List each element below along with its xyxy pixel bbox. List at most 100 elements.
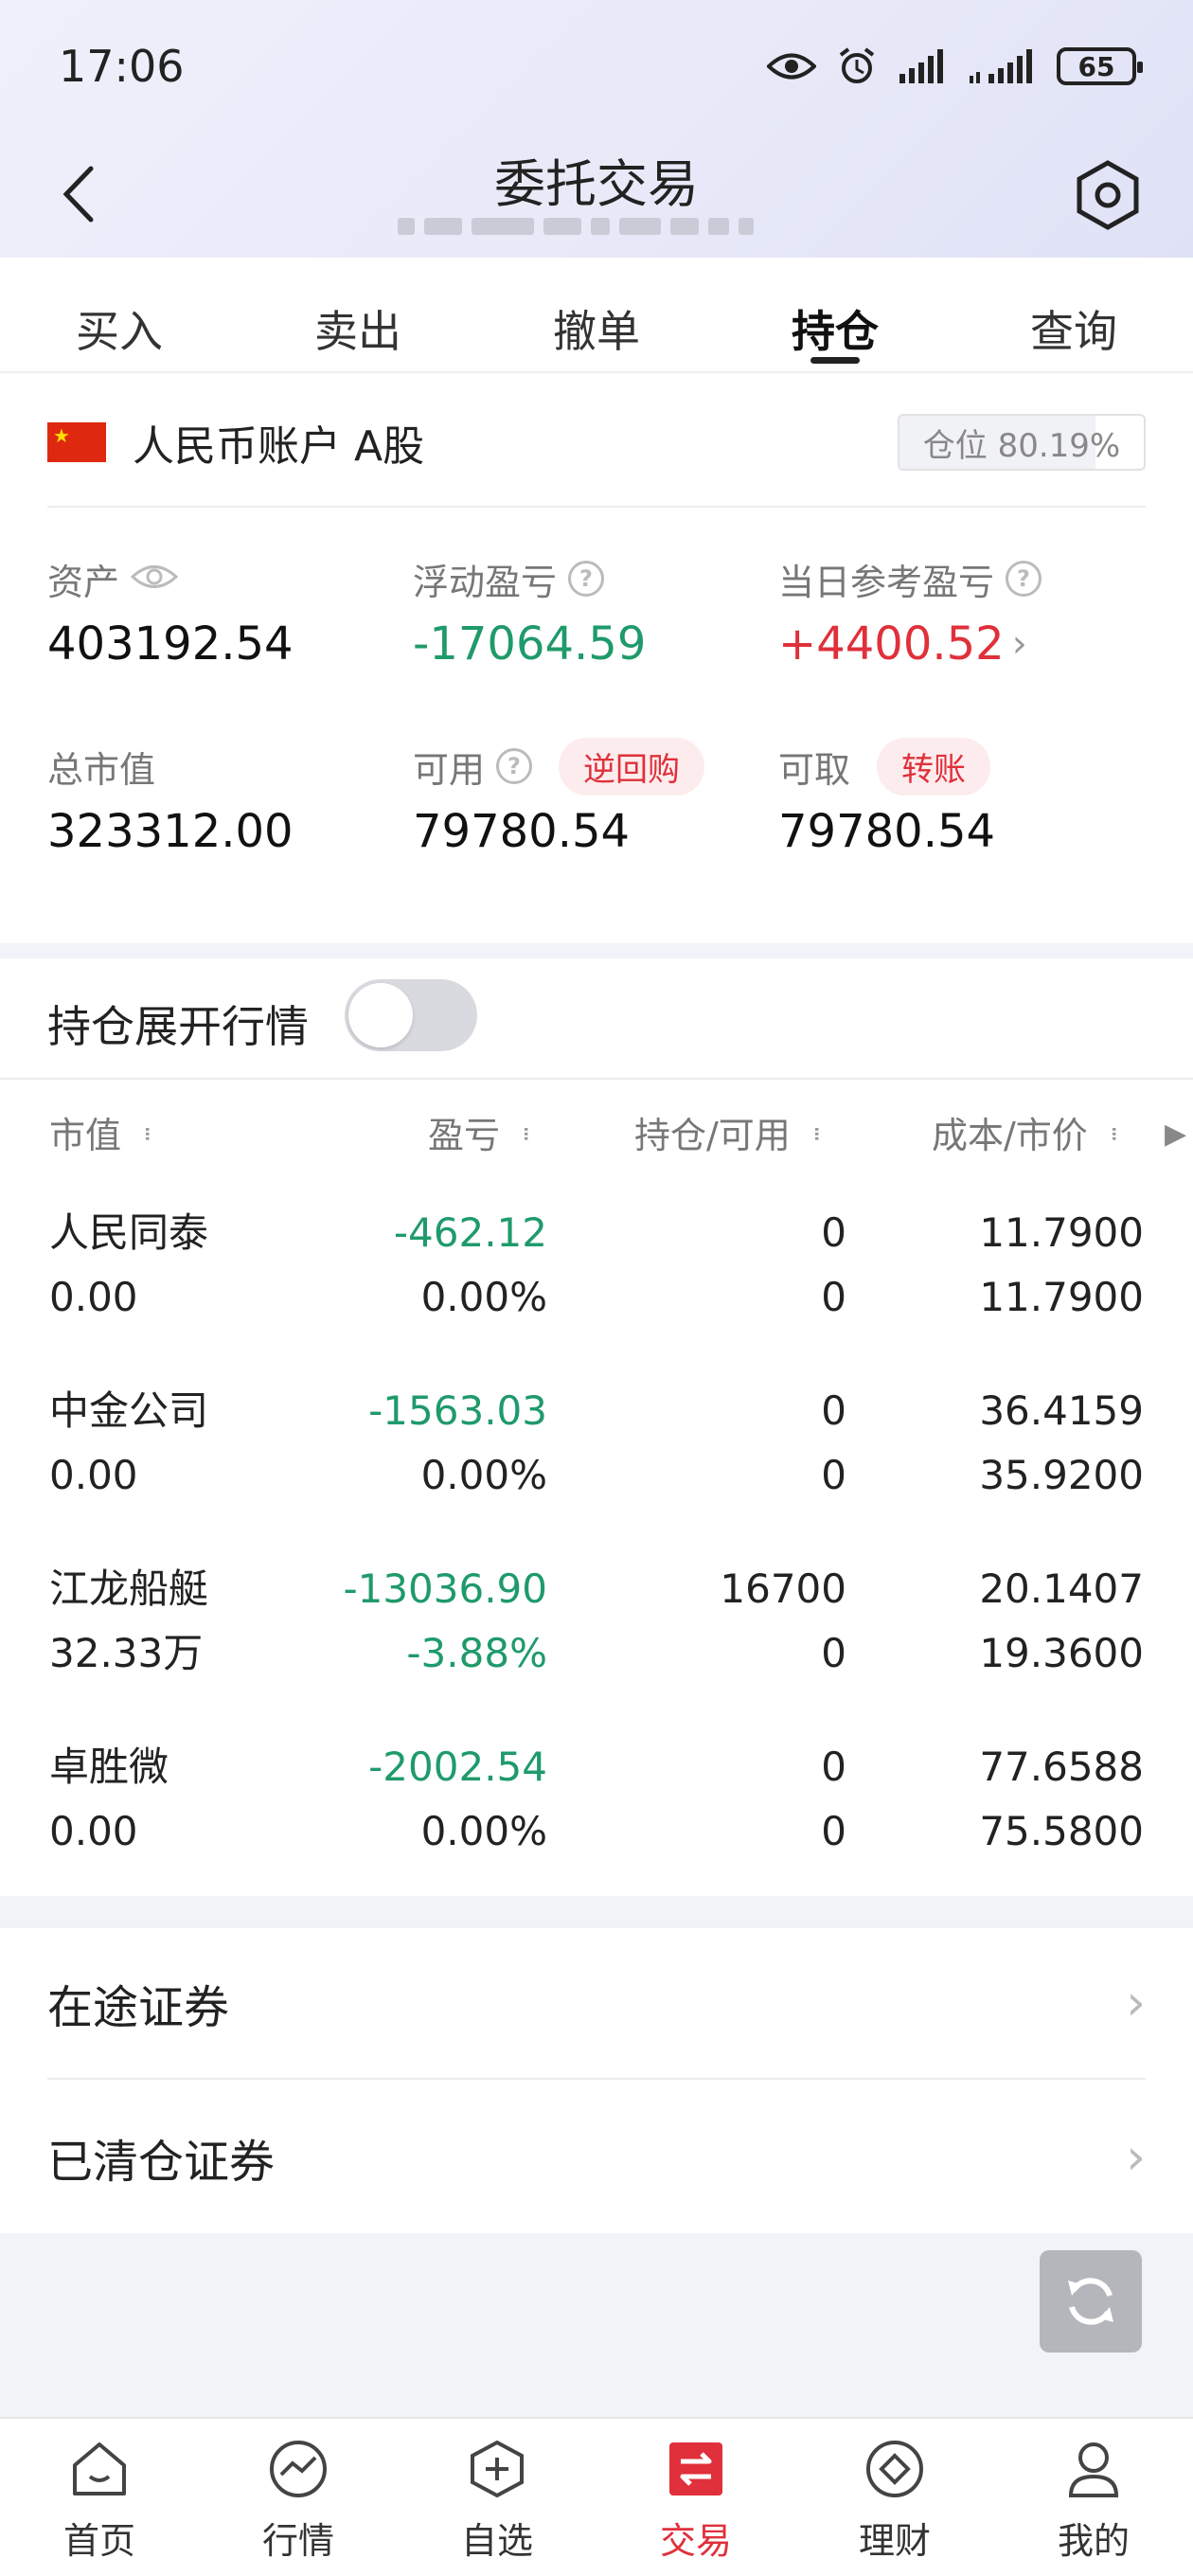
stock-pnl: -462.12 (393, 1209, 547, 1256)
stat-floating-pnl: 浮动盈亏 ? -17064.59 (413, 553, 773, 671)
available-label: 可用 (413, 748, 486, 791)
tab-holdings[interactable]: 持仓 (716, 258, 954, 371)
nav-label: 交易 (659, 2520, 732, 2562)
status-icons: 65 (767, 46, 1143, 86)
gear-icon (1077, 160, 1139, 230)
nav-profile[interactable]: 我的 (994, 2419, 1193, 2576)
stock-price: 11.7900 (979, 1274, 1144, 1320)
column-header-cost-price[interactable]: 成本/市价 ··· (932, 1080, 1130, 1184)
column-header-label: 持仓/可用 (634, 1114, 791, 1156)
chevron-right-icon: › (1126, 1975, 1146, 2031)
more-vertical-icon: ··· (800, 1124, 832, 1139)
floating-pnl-label: 浮动盈亏 (413, 561, 558, 603)
refresh-button[interactable] (1040, 2250, 1142, 2352)
chevron-right-icon: › (1126, 2129, 1146, 2186)
stock-pnl: -1563.03 (368, 1387, 547, 1434)
signal-2-icon (968, 49, 1036, 83)
stock-name: 江龙船艇 (49, 1565, 209, 1612)
watchlist-icon (464, 2436, 530, 2502)
nav-label: 行情 (261, 2520, 334, 2562)
stock-name: 人民同泰 (49, 1209, 209, 1256)
nav-label: 我的 (1057, 2520, 1130, 2562)
column-header-market-value[interactable]: 市值 ··· (49, 1080, 163, 1184)
market-value-value: 323312.00 (47, 805, 294, 858)
stock-holding: 0 (821, 1744, 846, 1790)
bottom-nav: 首页 行情 自选 交易 理财 我的 (0, 2417, 1193, 2576)
table-row[interactable]: 江龙船艇 32.33万 -13036.90 -3.88% 16700 0 20.… (0, 1561, 1193, 1739)
more-vertical-icon: ··· (510, 1124, 543, 1139)
daily-pnl-label: 当日参考盈亏 (778, 561, 995, 603)
tab-buy[interactable]: 买入 (0, 258, 239, 371)
column-header-holding[interactable]: 持仓/可用 ··· (634, 1080, 832, 1184)
page-title: 委托交易 (494, 154, 699, 214)
china-flag-icon (47, 422, 106, 462)
transfer-button[interactable]: 转账 (877, 737, 991, 796)
column-header-label: 成本/市价 (932, 1114, 1088, 1156)
expand-quote-toggle[interactable] (345, 979, 477, 1051)
stock-name: 中金公司 (49, 1387, 209, 1434)
assets-value: 403192.54 (47, 617, 294, 671)
stat-daily-pnl[interactable]: 当日参考盈亏 ? +4400.52 › (778, 553, 1138, 671)
floating-pnl-value: -17064.59 (413, 617, 647, 671)
stock-pnl: -13036.90 (343, 1565, 547, 1612)
market-icon (265, 2436, 331, 2502)
nav-label: 自选 (460, 2520, 533, 2562)
stock-cost: 20.1407 (979, 1565, 1144, 1612)
alarm-icon (837, 46, 877, 86)
help-icon[interactable]: ? (568, 561, 605, 597)
stock-market-value: 0.00 (49, 1274, 138, 1320)
position-ratio-label: 仓位 80.19% (922, 426, 1121, 465)
stock-pnl-pct: -3.88% (406, 1630, 547, 1676)
column-header-label: 市值 (49, 1114, 122, 1156)
stock-cost: 36.4159 (979, 1387, 1144, 1434)
tab-cancel[interactable]: 撤单 (477, 258, 716, 371)
nav-home[interactable]: 首页 (0, 2419, 199, 2576)
stock-pnl-pct: 0.00% (420, 1808, 547, 1854)
available-value: 79780.54 (413, 805, 631, 858)
stat-assets: 资产 403192.54 (47, 553, 407, 671)
stock-available: 0 (821, 1452, 846, 1498)
settings-button[interactable] (1070, 157, 1146, 233)
in-transit-securities-link[interactable]: 在途证券 › (47, 1928, 1146, 2080)
table-row[interactable]: 卓胜微 0.00 -2002.54 0.00% 0 0 77.6588 75.5… (0, 1739, 1193, 1917)
nav-label: 首页 (62, 2520, 135, 2562)
column-header-label: 盈亏 (428, 1114, 501, 1156)
home-icon (66, 2436, 133, 2502)
stat-withdrawable: 可取 转账 79780.54 (778, 737, 1138, 858)
status-bar: 17:06 65 (0, 0, 1193, 133)
eye-icon (767, 50, 816, 82)
trade-icon (663, 2436, 729, 2502)
nav-watchlist[interactable]: 自选 (398, 2419, 596, 2576)
wealth-icon (862, 2436, 928, 2502)
stock-cost: 77.6588 (979, 1744, 1144, 1790)
cleared-securities-link[interactable]: 已清仓证券 › (47, 2082, 1146, 2233)
expand-quote-label: 持仓展开行情 (47, 1001, 309, 1052)
nav-wealth[interactable]: 理财 (795, 2419, 994, 2576)
profile-icon (1060, 2436, 1127, 2502)
stat-market-value: 总市值 323312.00 (47, 741, 407, 859)
nav-label: 理财 (858, 2520, 931, 2562)
stock-holding: 0 (821, 1387, 846, 1434)
nav-market[interactable]: 行情 (199, 2419, 398, 2576)
nav-trade[interactable]: 交易 (596, 2419, 795, 2576)
eye-icon[interactable] (130, 558, 179, 599)
tab-sell[interactable]: 卖出 (239, 258, 477, 371)
account-row: 人民币账户 A股 仓位 80.19% (47, 409, 1146, 475)
in-transit-label: 在途证券 (47, 1981, 230, 2034)
securities-links: 在途证券 › 已清仓证券 › (0, 1928, 1193, 2233)
table-row[interactable]: 人民同泰 0.00 -462.12 0.00% 0 0 11.7900 11.7… (0, 1205, 1193, 1383)
reverse-repo-button[interactable]: 逆回购 (559, 737, 705, 796)
table-row[interactable]: 中金公司 0.00 -1563.03 0.00% 0 0 36.4159 35.… (0, 1383, 1193, 1561)
help-icon[interactable]: ? (1006, 561, 1042, 597)
tab-query[interactable]: 查询 (954, 258, 1193, 371)
chevron-right-icon: › (1011, 622, 1027, 666)
column-header-pnl[interactable]: 盈亏 ··· (428, 1080, 543, 1184)
scroll-right-icon[interactable]: ▶ (1165, 1118, 1186, 1151)
stock-market-value: 0.00 (49, 1452, 138, 1498)
stock-price: 19.3600 (979, 1630, 1144, 1676)
stock-market-value: 32.33万 (49, 1630, 204, 1676)
daily-pnl-value: +4400.52 (778, 617, 1005, 671)
help-icon[interactable]: ? (496, 748, 533, 784)
market-value-label: 总市值 (47, 748, 156, 791)
stock-pnl: -2002.54 (368, 1744, 547, 1790)
